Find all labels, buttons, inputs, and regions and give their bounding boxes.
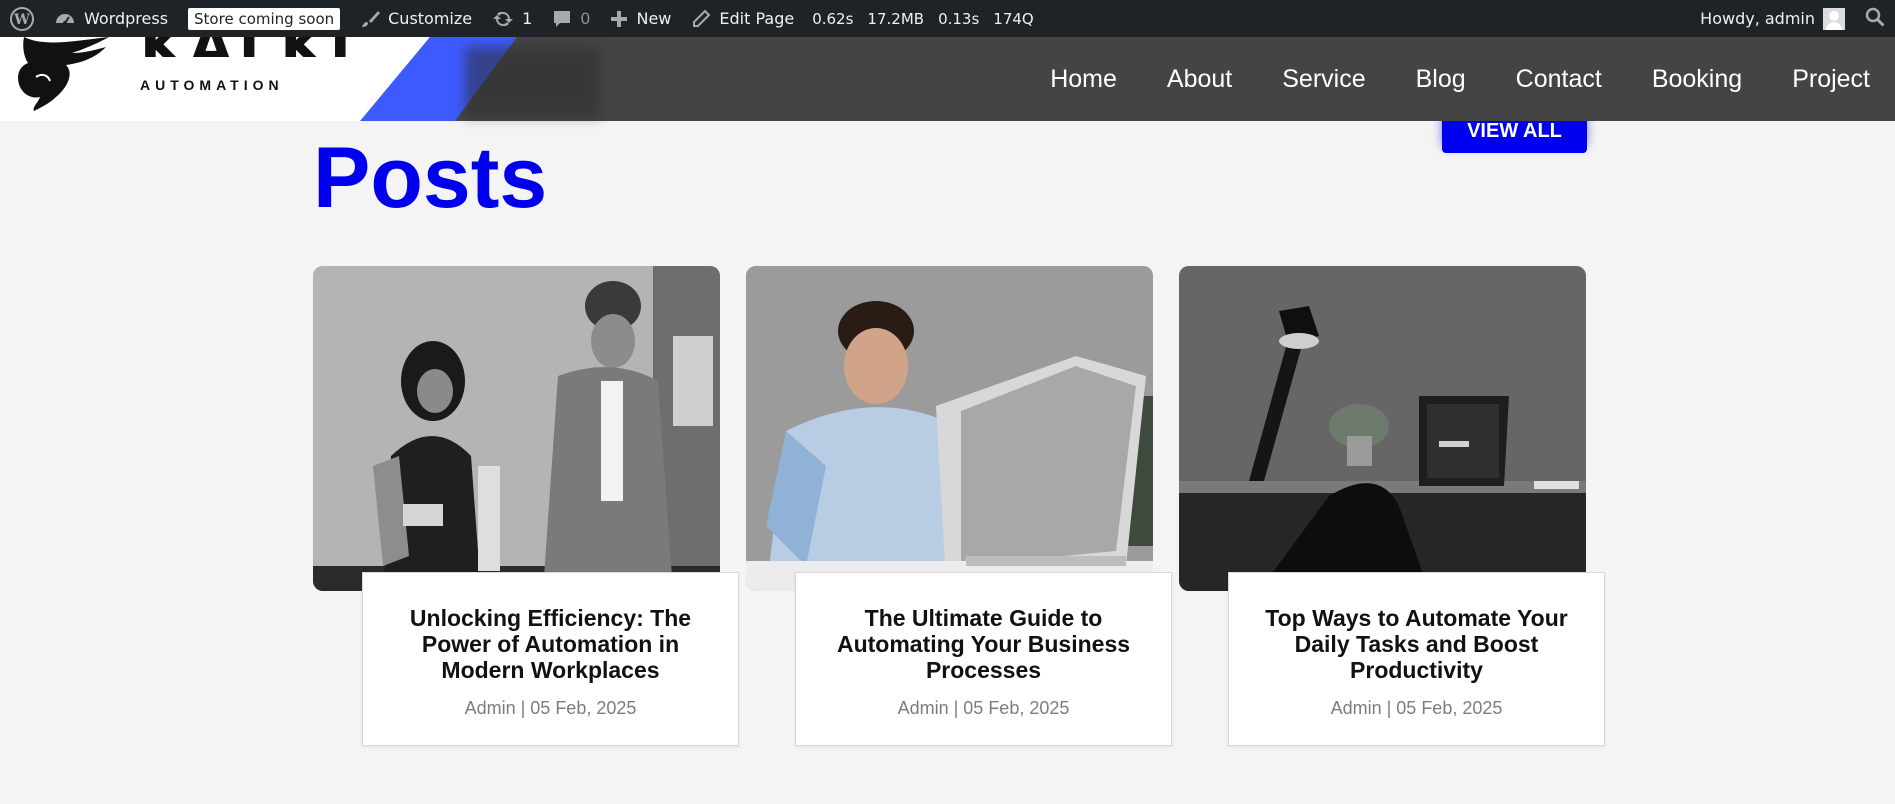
store-coming-soon-badge: Store coming soon	[188, 7, 341, 30]
wordpress-logo-icon[interactable]: W	[0, 0, 44, 37]
post-card-2[interactable]: The Ultimate Guide to Automating Your Bu…	[795, 572, 1172, 746]
dashboard-icon	[54, 8, 76, 30]
pencil-icon	[691, 9, 711, 29]
store-status[interactable]: Store coming soon	[178, 0, 350, 37]
comments-link[interactable]: 0	[542, 0, 600, 37]
updates-icon	[492, 9, 514, 29]
stat-db-time: 0.13s	[938, 9, 980, 28]
plus-icon	[610, 10, 628, 28]
new-content-link[interactable]: New	[600, 0, 681, 37]
post-title[interactable]: Top Ways to Automate Your Daily Tasks an…	[1247, 605, 1586, 683]
nav-booking[interactable]: Booking	[1627, 65, 1767, 94]
section-title: Posts	[313, 130, 548, 226]
nav-contact[interactable]: Contact	[1491, 65, 1627, 94]
nav-blog[interactable]: Blog	[1391, 65, 1491, 94]
customize-label: Customize	[388, 9, 473, 28]
site-name: Wordpress	[84, 9, 169, 28]
site-header: KALKI AUTOMATION Home About Service Blog…	[0, 15, 1895, 121]
comments-count: 0	[580, 9, 591, 28]
svg-text:W: W	[13, 12, 30, 28]
edit-page-label: Edit Page	[719, 9, 795, 28]
post-title[interactable]: The Ultimate Guide to Automating Your Bu…	[814, 605, 1153, 683]
post-card-3[interactable]: Top Ways to Automate Your Daily Tasks an…	[1228, 572, 1605, 746]
main-nav: Home About Service Blog Contact Booking …	[1025, 37, 1895, 121]
admin-search-button[interactable]	[1855, 0, 1895, 37]
search-icon	[1865, 7, 1885, 31]
post-title[interactable]: Unlocking Efficiency: The Power of Autom…	[381, 605, 720, 683]
stat-queries: 174Q	[993, 9, 1034, 28]
new-label: New	[636, 9, 672, 28]
edit-page-link[interactable]: Edit Page	[681, 0, 804, 37]
howdy-label: Howdy, admin	[1700, 9, 1815, 28]
kalki-horse-logo-icon[interactable]	[14, 37, 114, 118]
post-meta: Admin | 05 Feb, 2025	[464, 698, 637, 718]
comment-bubble-icon	[552, 9, 572, 29]
nav-project[interactable]: Project	[1767, 65, 1895, 94]
brand-tagline: AUTOMATION	[140, 77, 284, 93]
post-card-1[interactable]: Unlocking Efficiency: The Power of Autom…	[362, 572, 739, 746]
post-image-2[interactable]	[746, 266, 1153, 591]
post-meta: Admin | 05 Feb, 2025	[897, 698, 1070, 718]
admin-bar-secondary: Howdy, admin	[1690, 0, 1895, 37]
nav-service[interactable]: Service	[1257, 65, 1390, 94]
logo-shadow	[465, 47, 600, 117]
updates-link[interactable]: 1	[482, 0, 542, 37]
paintbrush-icon	[360, 9, 381, 29]
avatar	[1823, 7, 1845, 30]
post-meta: Admin | 05 Feb, 2025	[1330, 698, 1503, 718]
post-image-1[interactable]	[313, 266, 720, 591]
my-account-link[interactable]: Howdy, admin	[1690, 0, 1855, 37]
nav-home[interactable]: Home	[1025, 65, 1142, 94]
stat-memory: 17.2MB	[867, 9, 925, 28]
site-name-link[interactable]: Wordpress	[44, 0, 178, 37]
updates-count: 1	[522, 9, 533, 28]
post-image-3[interactable]	[1179, 266, 1586, 591]
customize-link[interactable]: Customize	[350, 0, 482, 37]
stat-page-time: 0.62s	[812, 9, 854, 28]
query-monitor-stats[interactable]: 0.62s 17.2MB 0.13s 174Q	[804, 10, 1034, 28]
nav-about[interactable]: About	[1142, 65, 1257, 94]
admin-bar: W Wordpress Store coming soon Customize …	[0, 0, 1895, 37]
